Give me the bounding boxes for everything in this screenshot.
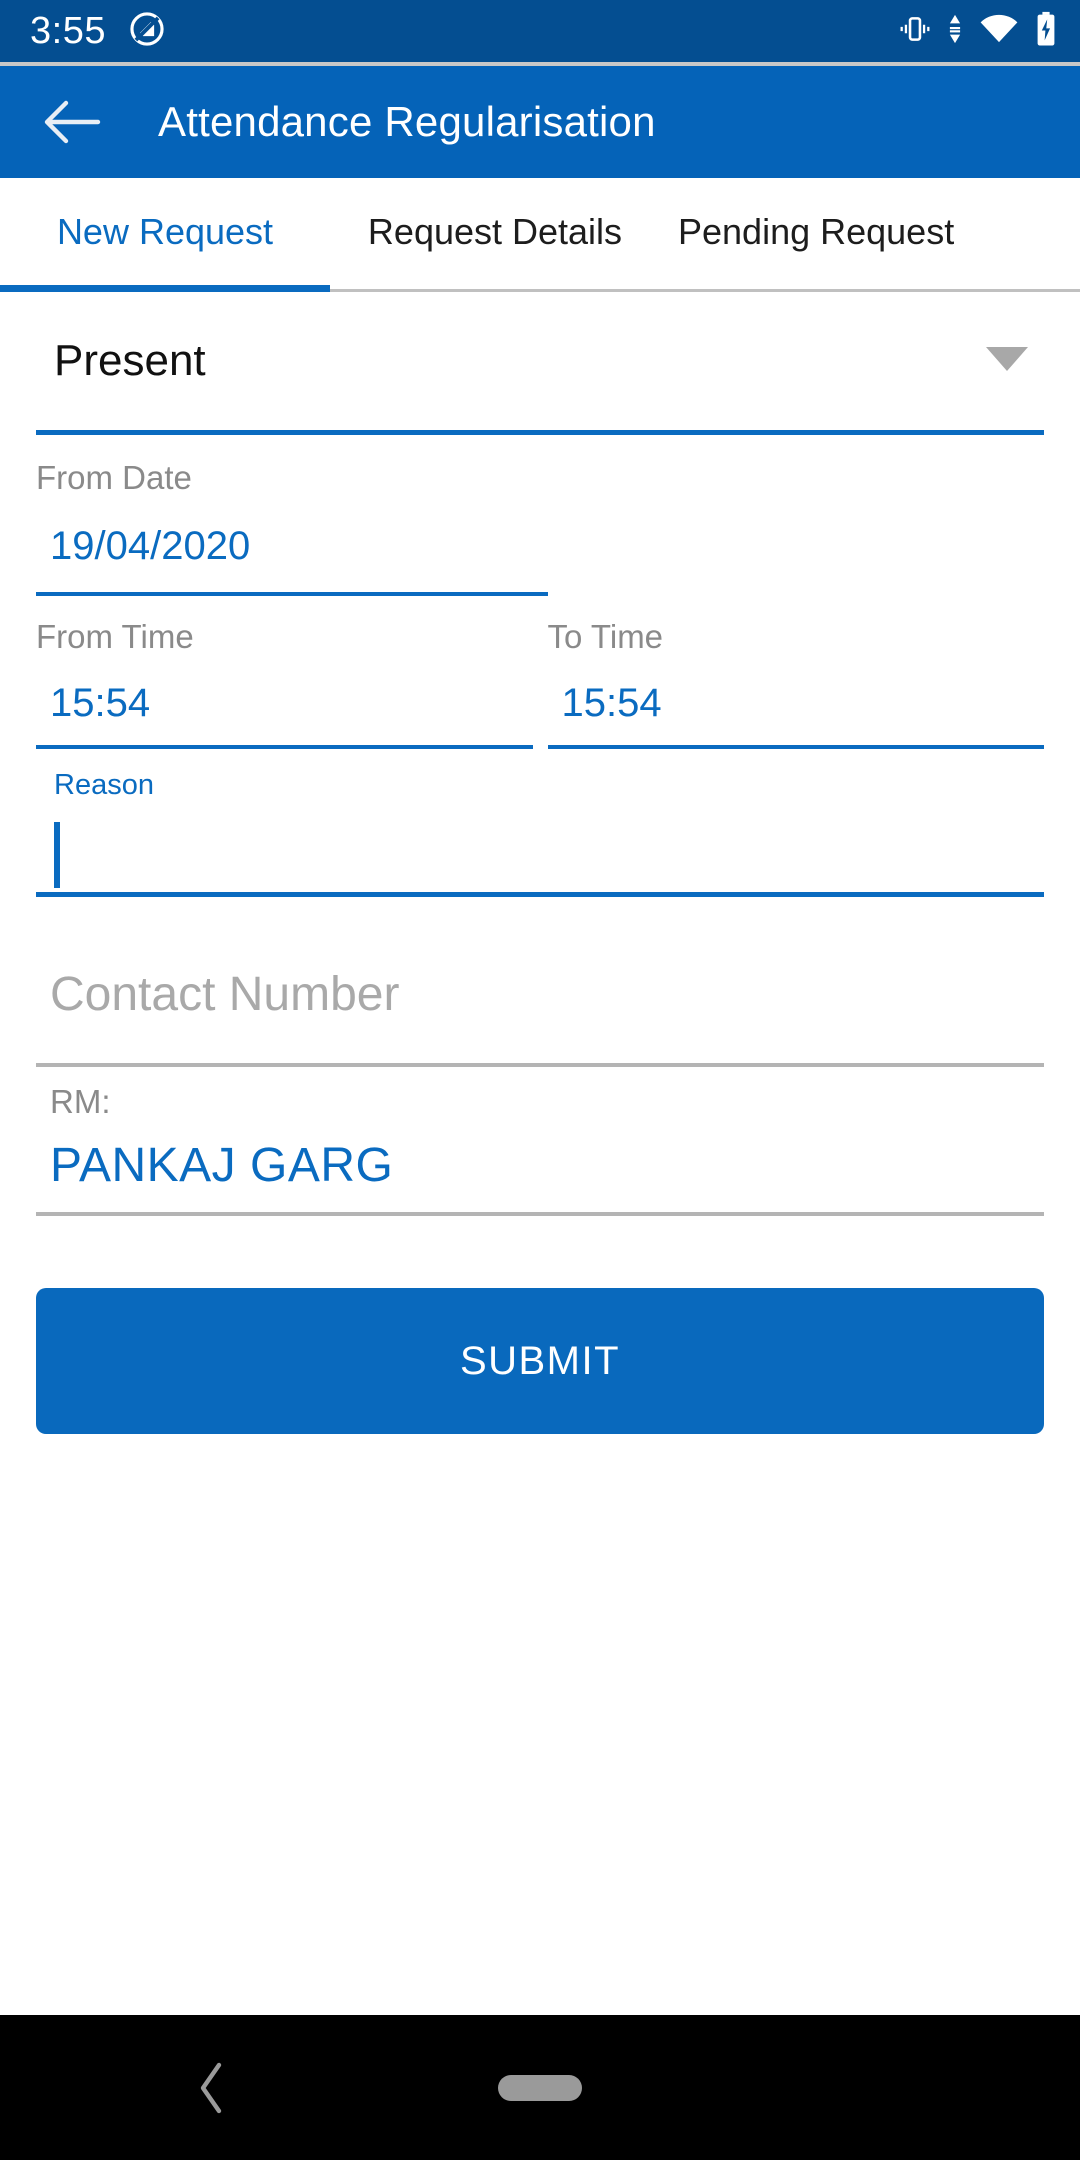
from-time-field[interactable]: From Time 15:54: [36, 620, 533, 749]
status-bar: 3:55: [0, 0, 1080, 62]
do-not-disturb-icon: [128, 10, 166, 53]
contact-number-field[interactable]: Contact Number: [36, 925, 1044, 1067]
from-date-field[interactable]: From Date 19/04/2020: [36, 435, 1044, 596]
submit-button[interactable]: SUBMIT: [36, 1288, 1044, 1434]
tab-pending-request[interactable]: Pending Request: [660, 178, 990, 286]
from-date-label: From Date: [36, 459, 192, 496]
tab-request-details[interactable]: Request Details: [330, 178, 660, 286]
status-clock: 3:55: [30, 10, 106, 52]
battery-charging-icon: [1034, 11, 1058, 52]
status-right-icon-group: [898, 11, 1058, 52]
tab-new-request[interactable]: New Request: [0, 178, 330, 286]
data-transfer-icon: [946, 12, 964, 51]
contact-number-placeholder: Contact Number: [50, 967, 400, 1021]
time-row: From Time 15:54 To Time 15:54: [36, 596, 1044, 749]
rm-value: PANKAJ GARG: [50, 1139, 394, 1192]
from-date-value: 19/04/2020: [50, 524, 251, 568]
wifi-icon: [978, 12, 1020, 51]
to-time-field[interactable]: To Time 15:54: [547, 618, 1044, 749]
tab-label: New Request: [56, 211, 274, 252]
back-arrow-icon[interactable]: [40, 89, 106, 155]
form-content: Present From Date 19/04/2020 From Time 1…: [0, 292, 1080, 1434]
rm-label: RM:: [50, 1083, 111, 1120]
tab-bar: New Request Request Details Pending Requ…: [0, 178, 1080, 292]
to-time-value: 15:54: [561, 681, 662, 725]
home-pill-icon[interactable]: [498, 2074, 582, 2101]
app-bar: Attendance Regularisation: [0, 66, 1080, 178]
from-time-value: 15:54: [50, 681, 151, 725]
page-title: Attendance Regularisation: [158, 98, 656, 145]
vibrate-icon: [898, 12, 932, 51]
tab-active-indicator: [0, 285, 330, 292]
attendance-type-value: Present: [54, 336, 206, 385]
status-left-icon-group: [128, 10, 166, 53]
reason-field[interactable]: Reason: [36, 749, 1044, 897]
tab-label: Request Details: [367, 211, 623, 252]
to-time-label: To Time: [547, 618, 664, 655]
from-time-label: From Time: [36, 618, 194, 655]
text-cursor: [54, 822, 60, 888]
tab-label: Pending Request: [678, 211, 955, 252]
attendance-type-dropdown[interactable]: Present: [36, 292, 1044, 435]
reason-label: Reason: [54, 769, 154, 801]
system-navigation-bar: [0, 2015, 1080, 2160]
nav-back-icon[interactable]: [182, 2058, 242, 2118]
dropdown-caret-icon: [984, 344, 1030, 379]
rm-field: RM: PANKAJ GARG: [36, 1067, 1044, 1216]
